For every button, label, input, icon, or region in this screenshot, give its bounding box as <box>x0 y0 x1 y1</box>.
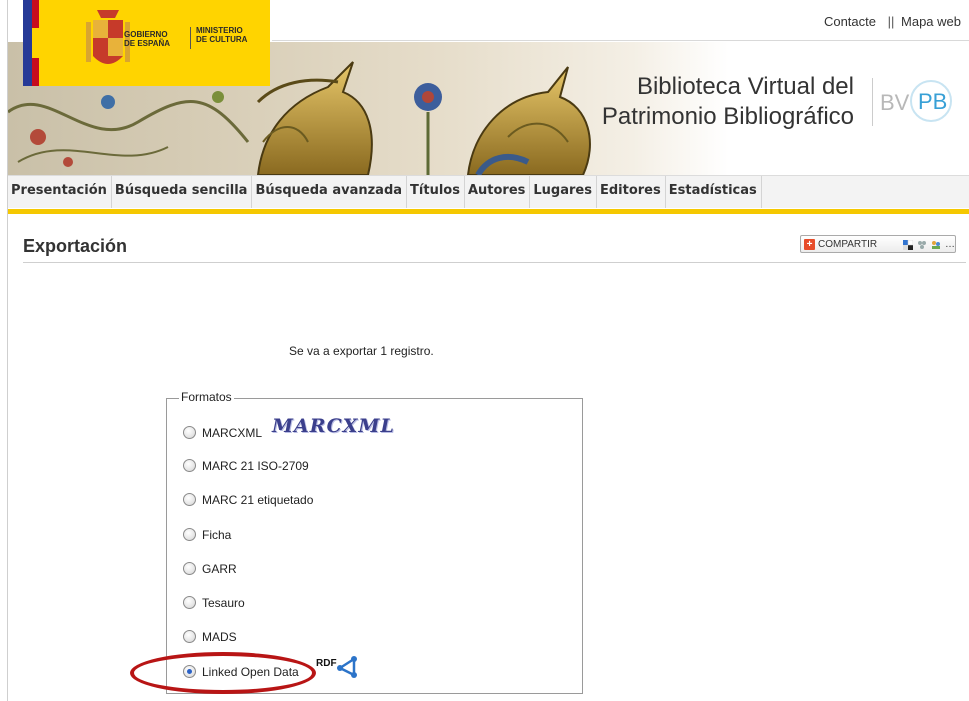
formats-legend: Formatos <box>179 390 234 404</box>
site-title-line1: Biblioteca Virtual del <box>636 73 854 100</box>
network-icon <box>918 241 926 249</box>
bvpb-logo-bv: BV <box>880 90 910 115</box>
format-label: MARCXML <box>202 426 263 440</box>
radio-marc21-etiquetado[interactable] <box>183 493 196 506</box>
nav-item-busqueda-sencilla[interactable]: Búsqueda sencilla <box>112 176 253 208</box>
spain-flag-stripe <box>32 0 39 86</box>
rdf-badge: RDF <box>316 656 362 678</box>
nav-item-estadisticas[interactable]: Estadísticas <box>666 176 762 208</box>
format-label: MARC 21 ISO-2709 <box>202 459 309 473</box>
highlight-ellipse <box>130 652 316 694</box>
delicious-icon <box>903 240 913 250</box>
gov-name: GOBIERNO DE ESPAÑA <box>124 30 170 48</box>
share-plus-icon: + <box>804 239 815 250</box>
radio-marc21-iso[interactable] <box>183 459 196 472</box>
format-label: MARC 21 etiquetado <box>202 493 314 507</box>
more-share-icon: … <box>945 239 955 250</box>
format-label: MADS <box>202 630 237 644</box>
government-logo[interactable]: GOBIERNO DE ESPAÑA MINISTERIO DE CULTURA <box>23 0 270 86</box>
gov-line2: DE ESPAÑA <box>124 39 171 48</box>
contact-link[interactable]: Contacte <box>824 14 876 29</box>
eu-flag-stripe <box>23 0 32 86</box>
format-label: Tesauro <box>202 596 245 610</box>
main-nav: Presentación Búsqueda sencilla Búsqueda … <box>8 175 969 214</box>
gov-line1: GOBIERNO <box>124 30 168 39</box>
title-divider <box>872 78 873 126</box>
share-label: COMPARTIR <box>818 239 878 250</box>
top-links: Contacte || Mapa web <box>824 14 961 29</box>
export-message: Se va a exportar 1 registro. <box>289 344 434 358</box>
nav-item-presentacion[interactable]: Presentación <box>8 176 112 208</box>
sitemap-link[interactable]: Mapa web <box>901 14 961 29</box>
nav-item-editores[interactable]: Editores <box>597 176 666 208</box>
format-label: GARR <box>202 562 237 576</box>
ministry-line2: DE CULTURA <box>196 35 248 44</box>
share-button[interactable]: + COMPARTIR … <box>800 235 956 253</box>
nav-yellow-bar <box>8 209 969 214</box>
ministry-name: MINISTERIO DE CULTURA <box>196 26 247 44</box>
site-title-line2: Patrimonio Bibliográfico <box>601 103 854 130</box>
formats-fieldset: Formatos <box>166 390 583 694</box>
gov-divider <box>190 27 191 49</box>
bvpb-logo-pb: PB <box>918 89 948 114</box>
title-underline <box>23 262 966 263</box>
radio-mads[interactable] <box>183 630 196 643</box>
page-title: Exportación <box>23 236 128 256</box>
nav-item-autores[interactable]: Autores <box>465 176 531 208</box>
rdf-badge-text: RDF <box>316 658 337 669</box>
radio-tesauro[interactable] <box>183 596 196 609</box>
radio-garr[interactable] <box>183 562 196 575</box>
top-divider <box>272 40 969 41</box>
radio-ficha[interactable] <box>183 528 196 541</box>
ministry-line1: MINISTERIO <box>196 26 243 35</box>
marcxml-badge: MARCXML <box>272 415 395 437</box>
format-label: Ficha <box>202 528 232 542</box>
top-links-separator: || <box>887 14 895 29</box>
bvpb-logo[interactable]: BV PB <box>880 80 962 124</box>
people-icon <box>932 241 940 249</box>
site-title[interactable]: Biblioteca Virtual del Patrimonio Biblio… <box>584 72 854 132</box>
nav-item-titulos[interactable]: Títulos <box>407 176 465 208</box>
nav-item-busqueda-avanzada[interactable]: Búsqueda avanzada <box>252 176 408 208</box>
nav-item-lugares[interactable]: Lugares <box>530 176 597 208</box>
rdf-graph-icon <box>337 656 357 678</box>
radio-marcxml[interactable] <box>183 426 196 439</box>
